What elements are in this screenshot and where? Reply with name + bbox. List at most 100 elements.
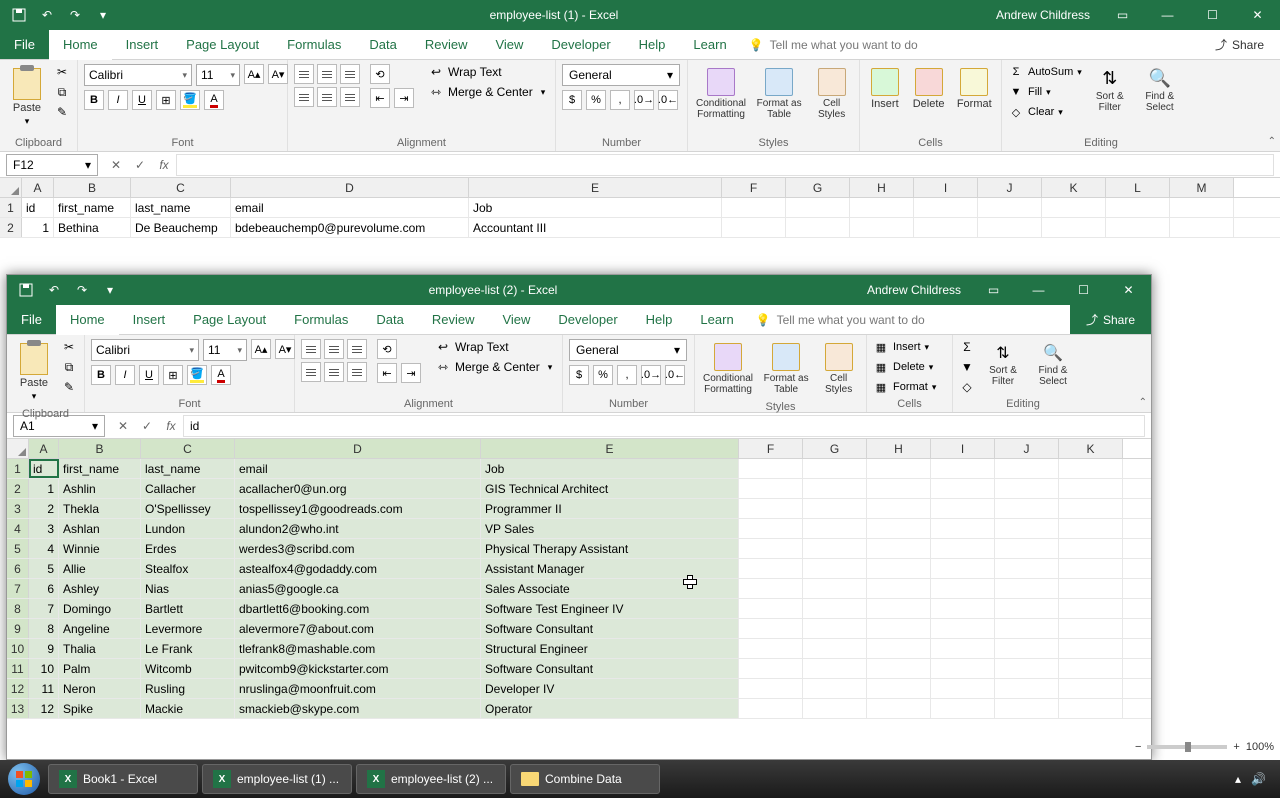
align-left-icon[interactable] xyxy=(294,87,314,107)
cell[interactable] xyxy=(914,218,978,237)
taskbar-folder[interactable]: Combine Data xyxy=(510,764,660,794)
fill-icon[interactable]: ▼ xyxy=(959,359,975,375)
tab-file[interactable]: File xyxy=(0,30,49,59)
tab-formulas[interactable]: Formulas xyxy=(280,305,362,334)
decrease-font-icon[interactable]: A▾ xyxy=(268,64,288,84)
cell[interactable]: 6 xyxy=(29,579,59,598)
cell[interactable] xyxy=(1106,198,1170,217)
cell[interactable] xyxy=(914,198,978,217)
cell[interactable]: Thekla xyxy=(59,499,141,518)
cell[interactable] xyxy=(995,459,1059,478)
cell[interactable]: astealfox4@godaddy.com xyxy=(235,559,481,578)
align-middle-icon[interactable] xyxy=(324,339,344,359)
select-all-corner[interactable] xyxy=(7,439,29,458)
cell[interactable]: VP Sales xyxy=(481,519,739,538)
taskbar-book1[interactable]: XBook1 - Excel xyxy=(48,764,198,794)
cell[interactable]: Neron xyxy=(59,679,141,698)
cell[interactable]: Thalia xyxy=(59,639,141,658)
align-left-icon[interactable] xyxy=(301,362,321,382)
cell[interactable] xyxy=(1059,699,1123,718)
cell[interactable]: Nias xyxy=(141,579,235,598)
col-header-K[interactable]: K xyxy=(1059,439,1123,458)
tab-home[interactable]: Home xyxy=(49,30,112,59)
enter-formula-icon[interactable]: ✓ xyxy=(135,414,159,438)
increase-font-icon[interactable]: A▴ xyxy=(244,64,264,84)
cell[interactable]: dbartlett6@booking.com xyxy=(235,599,481,618)
col-header-K[interactable]: K xyxy=(1042,178,1106,197)
cell[interactable] xyxy=(931,579,995,598)
cell[interactable] xyxy=(867,499,931,518)
underline-button[interactable]: U xyxy=(132,90,152,110)
cell[interactable]: 5 xyxy=(29,559,59,578)
cell[interactable] xyxy=(803,459,867,478)
cell[interactable]: Operator xyxy=(481,699,739,718)
cell[interactable]: alevermore7@about.com xyxy=(235,619,481,638)
col-header-H[interactable]: H xyxy=(867,439,931,458)
row-header[interactable]: 9 xyxy=(7,619,29,638)
underline-button[interactable]: U xyxy=(139,365,159,385)
cell[interactable] xyxy=(995,499,1059,518)
cell[interactable] xyxy=(867,459,931,478)
comma-icon[interactable]: , xyxy=(610,90,630,110)
format-painter-icon[interactable]: ✎ xyxy=(54,104,70,120)
cell[interactable]: Sales Associate xyxy=(481,579,739,598)
copy-icon[interactable]: ⧉ xyxy=(54,84,70,100)
cell[interactable] xyxy=(995,519,1059,538)
increase-decimal-icon[interactable]: .0→ xyxy=(641,365,661,385)
cell[interactable]: Ashlan xyxy=(59,519,141,538)
tab-view[interactable]: View xyxy=(481,30,537,59)
tell-me-search[interactable]: 💡Tell me what you want to do xyxy=(748,305,1070,334)
cell-styles-button[interactable]: Cell Styles xyxy=(810,64,853,124)
cell[interactable]: De Beauchemp xyxy=(131,218,231,237)
tab-help[interactable]: Help xyxy=(632,305,687,334)
cell[interactable]: last_name xyxy=(141,459,235,478)
decrease-decimal-icon[interactable]: .0← xyxy=(665,365,685,385)
cell[interactable] xyxy=(803,659,867,678)
select-all-corner[interactable] xyxy=(0,178,22,197)
formula-input[interactable]: id xyxy=(183,415,1145,437)
qat-more-icon[interactable]: ▾ xyxy=(92,4,114,26)
bold-button[interactable]: B xyxy=(91,365,111,385)
cell[interactable] xyxy=(1170,218,1234,237)
row-header[interactable]: 7 xyxy=(7,579,29,598)
fx-icon[interactable]: fx xyxy=(159,414,183,438)
find-select-button[interactable]: 🔍Find & Select xyxy=(1138,64,1182,117)
increase-decimal-icon[interactable]: .0→ xyxy=(634,90,654,110)
cell[interactable]: Ashley xyxy=(59,579,141,598)
increase-indent-icon[interactable]: ⇥ xyxy=(401,363,421,383)
autosum-button[interactable]: ΣAutoSum▾ xyxy=(1008,64,1082,80)
row-header[interactable]: 8 xyxy=(7,599,29,618)
cell[interactable] xyxy=(739,679,803,698)
row-header[interactable]: 11 xyxy=(7,659,29,678)
font-size-combo[interactable]: 11▾ xyxy=(196,64,240,86)
tab-insert[interactable]: Insert xyxy=(119,305,180,334)
cell[interactable]: 10 xyxy=(29,659,59,678)
paste-button[interactable]: Paste ▾ xyxy=(6,64,48,131)
fill-button[interactable]: ▼Fill▾ xyxy=(1008,84,1082,100)
zoom-in-icon[interactable]: + xyxy=(1233,741,1239,753)
name-box[interactable]: F12▾ xyxy=(6,154,98,176)
cell[interactable]: 7 xyxy=(29,599,59,618)
percent-icon[interactable]: % xyxy=(593,365,613,385)
orientation-icon[interactable]: ⟲ xyxy=(377,339,397,359)
cell[interactable] xyxy=(1059,519,1123,538)
cell[interactable] xyxy=(995,699,1059,718)
tab-page-layout[interactable]: Page Layout xyxy=(179,305,280,334)
col-header-A[interactable]: A xyxy=(29,439,59,458)
maximize-icon[interactable]: ☐ xyxy=(1061,275,1106,305)
cell[interactable] xyxy=(931,699,995,718)
cell[interactable] xyxy=(867,599,931,618)
cut-icon[interactable]: ✂ xyxy=(54,64,70,80)
cell[interactable]: Witcomb xyxy=(141,659,235,678)
cell[interactable]: 3 xyxy=(29,519,59,538)
row-header[interactable]: 12 xyxy=(7,679,29,698)
cell[interactable] xyxy=(931,619,995,638)
cell[interactable] xyxy=(931,459,995,478)
cell[interactable] xyxy=(931,539,995,558)
cell[interactable] xyxy=(995,579,1059,598)
save-icon[interactable] xyxy=(15,279,37,301)
merge-center-button[interactable]: ⇿Merge & Center▾ xyxy=(428,84,545,100)
cell[interactable] xyxy=(867,539,931,558)
format-cells-button[interactable]: ▦Format▾ xyxy=(873,379,936,395)
cell[interactable]: nruslinga@moonfruit.com xyxy=(235,679,481,698)
